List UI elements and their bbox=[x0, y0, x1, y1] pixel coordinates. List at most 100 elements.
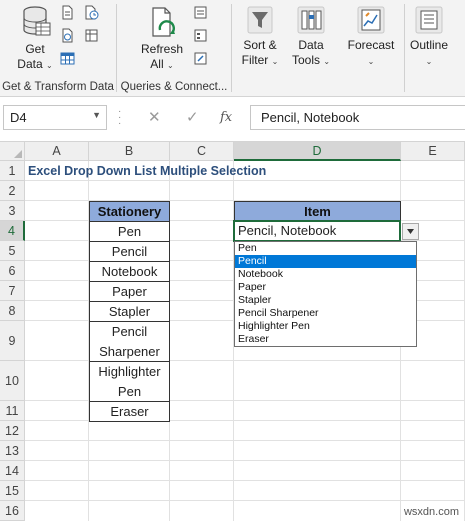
insert-function-icon[interactable]: fx bbox=[220, 110, 232, 125]
chevron-down-icon: ⌄ bbox=[367, 57, 375, 66]
row-header-15[interactable]: 15 bbox=[0, 481, 25, 501]
column-label: A bbox=[52, 144, 61, 158]
row-header-11[interactable]: 11 bbox=[0, 401, 25, 421]
row-header-13[interactable]: 13 bbox=[0, 441, 25, 461]
from-text-icon[interactable] bbox=[60, 5, 75, 20]
dropdown-option[interactable]: Pen bbox=[235, 242, 416, 255]
get-data-button[interactable]: Get Data ⌄ bbox=[10, 4, 60, 72]
group-divider bbox=[404, 4, 405, 92]
outline-button[interactable]: Outline ⌄ bbox=[406, 4, 452, 72]
row-header-7[interactable]: 7 bbox=[0, 281, 25, 301]
recent-sources-icon[interactable] bbox=[84, 5, 99, 20]
gridline bbox=[25, 500, 465, 501]
get-transform-group-label: Get & Transform Data bbox=[2, 81, 114, 93]
dropdown-option[interactable]: Eraser bbox=[235, 333, 416, 346]
item-cell-active[interactable]: Pencil, Notebook bbox=[233, 220, 401, 242]
cancel-icon[interactable]: ✕ bbox=[148, 108, 161, 126]
stationery-cell[interactable]: Notebook bbox=[89, 261, 170, 282]
queries-connections-icon[interactable] bbox=[193, 5, 208, 20]
row-label: 8 bbox=[8, 303, 16, 318]
queries-group: Refresh All ⌄ Queries & Connect... bbox=[117, 0, 231, 97]
formula-bar-grip[interactable]: · · · bbox=[118, 107, 121, 129]
row-label: 3 bbox=[8, 203, 16, 218]
dropdown-option[interactable]: Highlighter Pen bbox=[235, 320, 416, 333]
select-all-button[interactable] bbox=[0, 142, 25, 161]
ribbon: Get Data ⌄ Get & Transform Data Refresh … bbox=[0, 0, 465, 97]
refresh-all-label-2: All bbox=[150, 57, 164, 71]
formula-input[interactable]: Pencil, Notebook bbox=[250, 105, 465, 130]
refresh-all-button[interactable]: Refresh All ⌄ bbox=[137, 4, 187, 72]
row-header-14[interactable]: 14 bbox=[0, 461, 25, 481]
enter-icon[interactable]: ✓ bbox=[186, 108, 199, 126]
column-header-b[interactable]: B bbox=[89, 142, 170, 161]
database-icon bbox=[23, 6, 51, 36]
stationery-cell[interactable]: Pencil Sharpener bbox=[89, 321, 170, 362]
stationery-cell[interactable]: Eraser bbox=[89, 401, 170, 422]
outline-label: Outline bbox=[409, 38, 449, 52]
row-header-9[interactable]: 9 bbox=[0, 321, 25, 361]
formula-value: Pencil, Notebook bbox=[261, 110, 360, 125]
row-label: 6 bbox=[8, 263, 16, 278]
column-header-a[interactable]: A bbox=[25, 142, 89, 161]
row-header-8[interactable]: 8 bbox=[0, 301, 25, 321]
data-tools-button[interactable]: Data Tools ⌄ bbox=[288, 4, 334, 72]
dropdown-list[interactable]: Pen Pencil Notebook Paper Stapler Pencil… bbox=[234, 241, 417, 347]
gridline bbox=[25, 480, 465, 481]
row-header-1[interactable]: 1 bbox=[0, 161, 25, 181]
group-divider bbox=[231, 4, 232, 92]
row-header-5[interactable]: 5 bbox=[0, 241, 25, 261]
column-header-c[interactable]: C bbox=[170, 142, 234, 161]
forecast-button[interactable]: Forecast ⌄ bbox=[342, 4, 400, 72]
sort-filter-button[interactable]: Sort & Filter ⌄ bbox=[236, 4, 284, 72]
item-header[interactable]: Item bbox=[234, 201, 401, 222]
filter-funnel-icon bbox=[247, 6, 273, 34]
properties-icon[interactable] bbox=[193, 28, 208, 43]
get-transform-group: Get Data ⌄ Get & Transform Data bbox=[0, 0, 116, 97]
from-table-icon[interactable] bbox=[60, 51, 75, 66]
existing-connections-icon[interactable] bbox=[84, 28, 99, 43]
formula-bar: D4 ▼ · · · ✕ ✓ fx Pencil, Notebook bbox=[0, 97, 465, 142]
sheet-title: Excel Drop Down List Multiple Selection bbox=[28, 164, 267, 178]
column-label: E bbox=[428, 144, 437, 158]
gridline bbox=[25, 180, 465, 181]
from-web-icon[interactable] bbox=[60, 28, 75, 43]
column-header-d[interactable]: D bbox=[234, 142, 401, 161]
name-box[interactable]: D4 ▼ bbox=[3, 105, 107, 130]
chevron-down-icon: ⌄ bbox=[46, 61, 53, 70]
row-header-10[interactable]: 10 bbox=[0, 361, 25, 401]
column-header-e[interactable]: E bbox=[401, 142, 465, 161]
dropdown-option[interactable]: Pencil Sharpener bbox=[235, 307, 416, 320]
dropdown-option-highlighted[interactable]: Pencil bbox=[235, 255, 416, 268]
gridline bbox=[25, 440, 465, 441]
row-label: 5 bbox=[8, 243, 16, 258]
chevron-down-icon: ⌄ bbox=[271, 57, 279, 66]
row-header-4[interactable]: 4 bbox=[0, 221, 25, 241]
stationery-cell[interactable]: Highlighter Pen bbox=[89, 361, 170, 402]
row-label: 9 bbox=[8, 333, 16, 348]
dropdown-option[interactable]: Paper bbox=[235, 281, 416, 294]
dropdown-option[interactable]: Notebook bbox=[235, 268, 416, 281]
dropdown-option[interactable]: Stapler bbox=[235, 294, 416, 307]
column-label: B bbox=[124, 144, 134, 158]
refresh-all-label-1: Refresh bbox=[140, 42, 184, 56]
row-header-2[interactable]: 2 bbox=[0, 181, 25, 201]
row-header-3[interactable]: 3 bbox=[0, 201, 25, 221]
edit-links-icon[interactable] bbox=[193, 51, 208, 66]
stationery-cell[interactable]: Stapler bbox=[89, 301, 170, 322]
stationery-cell[interactable]: Pen bbox=[89, 221, 170, 242]
gridline bbox=[25, 460, 465, 461]
item-cell-value: Pencil, Notebook bbox=[238, 223, 337, 238]
name-box-value: D4 bbox=[10, 110, 27, 125]
row-header-6[interactable]: 6 bbox=[0, 261, 25, 281]
dropdown-toggle-button[interactable] bbox=[402, 223, 419, 240]
chevron-down-icon: ⌄ bbox=[425, 57, 433, 66]
row-header-16[interactable]: 16 bbox=[0, 501, 25, 521]
queries-group-label: Queries & Connect... bbox=[120, 81, 228, 93]
row-label: 2 bbox=[8, 183, 16, 198]
chevron-down-icon[interactable]: ▼ bbox=[92, 110, 101, 120]
stationery-cell[interactable]: Pencil bbox=[89, 241, 170, 262]
stationery-header[interactable]: Stationery bbox=[89, 201, 170, 222]
row-label: 15 bbox=[5, 483, 19, 498]
stationery-cell[interactable]: Paper bbox=[89, 281, 170, 302]
row-header-12[interactable]: 12 bbox=[0, 421, 25, 441]
